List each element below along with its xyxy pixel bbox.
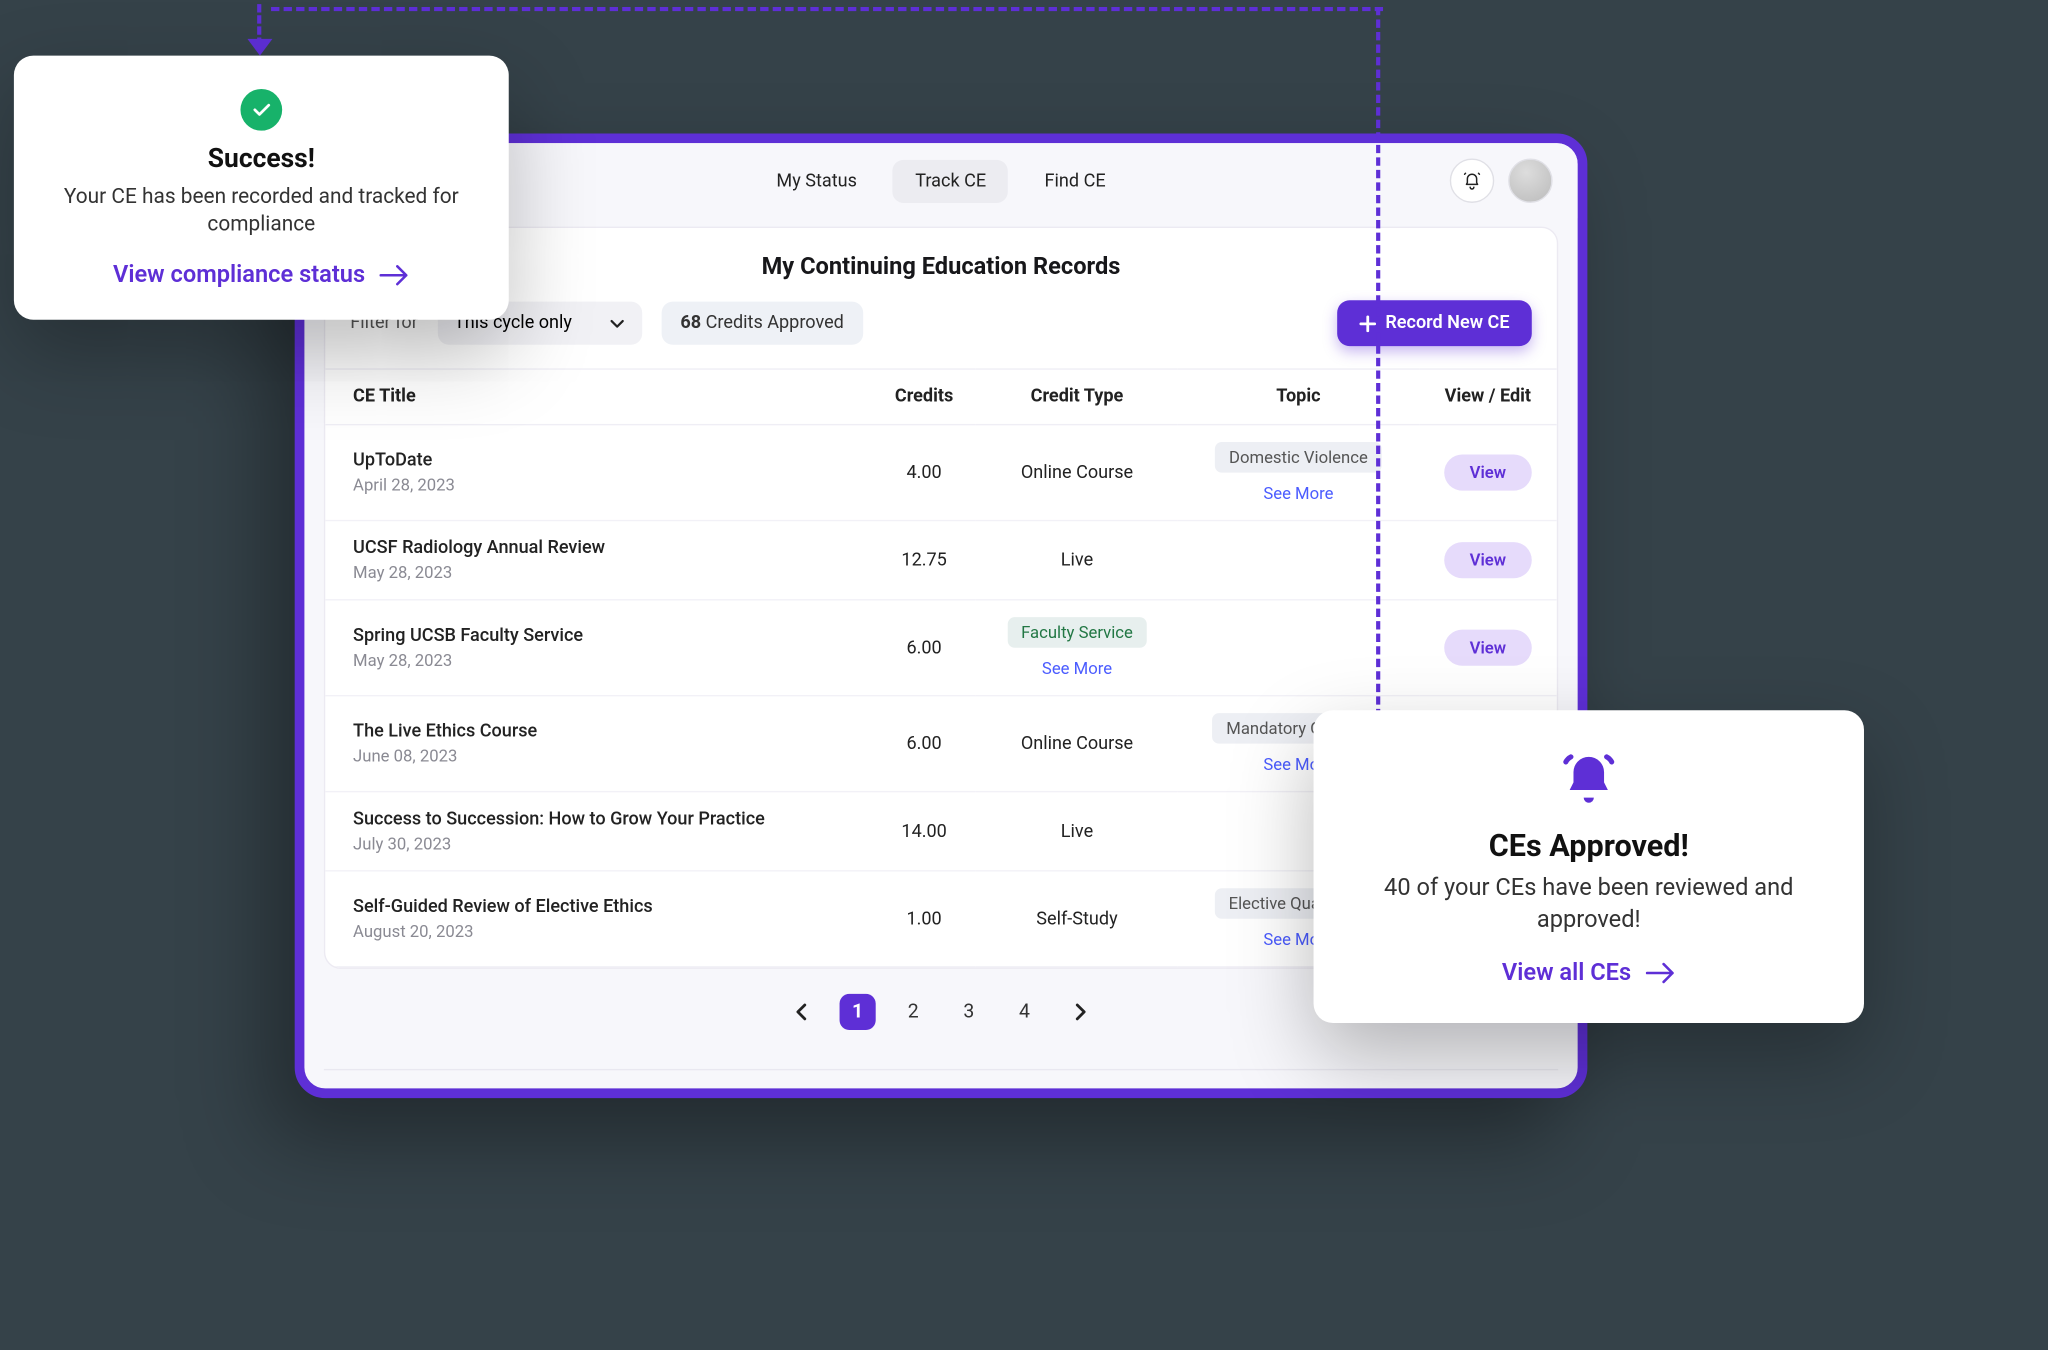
page-title: My Continuing Education Records — [325, 228, 1557, 300]
ce-date: July 30, 2023 — [353, 834, 858, 853]
success-body: Your CE has been recorded and tracked fo… — [42, 182, 481, 238]
ce-title: UCSF Radiology Annual Review — [353, 538, 858, 559]
ce-actions: View — [1419, 521, 1557, 600]
col-view-edit: View / Edit — [1419, 369, 1557, 425]
ce-topic — [1178, 600, 1419, 696]
chevron-left-icon — [795, 1002, 809, 1021]
ce-title: UpToDate — [353, 450, 858, 471]
tab-find-ce[interactable]: Find CE — [1022, 159, 1128, 202]
bell-alert-icon — [1558, 749, 1619, 810]
record-new-ce-button[interactable]: Record New CE — [1337, 300, 1532, 346]
col-ce-title: CE Title — [325, 369, 872, 425]
ce-credit-type: Online Course — [976, 696, 1178, 792]
flow-arrow-horizontal — [271, 7, 1383, 11]
success-heading: Success! — [42, 142, 481, 174]
link-label: View compliance status — [113, 261, 365, 289]
ce-credit-type: Online Course — [976, 425, 1178, 521]
filter-row: Filter for This cycle only 68 Credits Ap… — [325, 300, 1557, 368]
ce-topic: Domestic Violence See More — [1178, 425, 1419, 521]
credit-type-tag: Faculty Service — [1007, 617, 1147, 648]
ce-credits: 4.00 — [872, 425, 976, 521]
ce-actions: View — [1419, 425, 1557, 521]
ce-credits: 6.00 — [872, 600, 976, 696]
plus-icon — [1359, 315, 1376, 332]
arrow-right-icon — [379, 263, 410, 285]
col-topic: Topic — [1178, 369, 1419, 425]
ce-date: May 28, 2023 — [353, 563, 858, 582]
topbar-actions — [1450, 158, 1553, 202]
flow-arrow-down-right — [1376, 7, 1380, 730]
col-credit-type: Credit Type — [976, 369, 1178, 425]
view-button[interactable]: View — [1445, 630, 1532, 666]
ce-credits: 14.00 — [872, 792, 976, 871]
table-row: UpToDateApril 28, 20234.00Online CourseD… — [325, 425, 1557, 521]
credits-count: 68 — [680, 313, 701, 334]
credits-approved-pill: 68 Credits Approved — [661, 302, 863, 345]
page-4[interactable]: 4 — [1006, 994, 1042, 1030]
button-label: Record New CE — [1385, 313, 1509, 334]
ce-date: May 28, 2023 — [353, 651, 858, 670]
credits-suffix: Credits Approved — [706, 313, 844, 334]
chevron-right-icon — [1073, 1002, 1087, 1021]
divider — [324, 1069, 1558, 1070]
topic-tag: Domestic Violence — [1215, 442, 1382, 473]
link-label: View all CEs — [1502, 959, 1631, 987]
ce-title: Self-Guided Review of Elective Ethics — [353, 897, 858, 918]
bell-icon — [1461, 170, 1483, 192]
approved-body: 40 of your CEs have been reviewed and ap… — [1350, 873, 1828, 937]
see-more-link[interactable]: See More — [1192, 484, 1405, 503]
table-row: Spring UCSB Faculty Service May 28, 2023 6… — [325, 600, 1557, 696]
approved-popover: CEs Approved! 40 of your CEs have been r… — [1314, 710, 1864, 1023]
ce-credit-type: Live — [976, 521, 1178, 600]
chevron-down-icon — [608, 315, 625, 332]
nav-tabs: My Status Track CE Find CE — [754, 159, 1128, 202]
page-3[interactable]: 3 — [951, 994, 987, 1030]
page-next[interactable] — [1062, 994, 1098, 1030]
ce-date: April 28, 2023 — [353, 475, 858, 494]
ce-credits: 1.00 — [872, 871, 976, 967]
ce-credit-type: Live — [976, 792, 1178, 871]
ce-date: August 20, 2023 — [353, 922, 858, 941]
view-compliance-link[interactable]: View compliance status — [113, 261, 410, 289]
ce-title: Success to Succession: How to Grow Your … — [353, 809, 858, 830]
ce-credit-type: Self-Study — [976, 871, 1178, 967]
ce-actions: View — [1419, 600, 1557, 696]
success-popover: Success! Your CE has been recorded and t… — [14, 56, 509, 319]
tab-track-ce[interactable]: Track CE — [893, 159, 1008, 202]
arrow-right-icon — [1645, 962, 1676, 984]
avatar[interactable] — [1508, 158, 1552, 202]
check-circle-icon — [240, 89, 282, 131]
notifications-button[interactable] — [1450, 158, 1494, 202]
view-all-ces-link[interactable]: View all CEs — [1502, 959, 1676, 987]
view-button[interactable]: View — [1445, 455, 1532, 491]
ce-credit-type: Faculty Service See More — [976, 600, 1178, 696]
page-prev[interactable] — [784, 994, 820, 1030]
view-button[interactable]: View — [1445, 542, 1532, 578]
ce-credits: 6.00 — [872, 696, 976, 792]
tab-my-status[interactable]: My Status — [754, 159, 879, 202]
arrowhead-down-icon — [247, 39, 272, 56]
ce-title: The Live Ethics Course — [353, 721, 858, 742]
ce-credits: 12.75 — [872, 521, 976, 600]
see-more-link[interactable]: See More — [990, 659, 1164, 678]
ce-date: June 08, 2023 — [353, 746, 858, 765]
approved-heading: CEs Approved! — [1350, 830, 1828, 865]
ce-topic — [1178, 521, 1419, 600]
table-row: UCSF Radiology Annual Review May 28, 2023… — [325, 521, 1557, 600]
col-credits: Credits — [872, 369, 976, 425]
page-2[interactable]: 2 — [895, 994, 931, 1030]
ce-title: Spring UCSB Faculty Service — [353, 626, 858, 647]
page-1[interactable]: 1 — [840, 994, 876, 1030]
